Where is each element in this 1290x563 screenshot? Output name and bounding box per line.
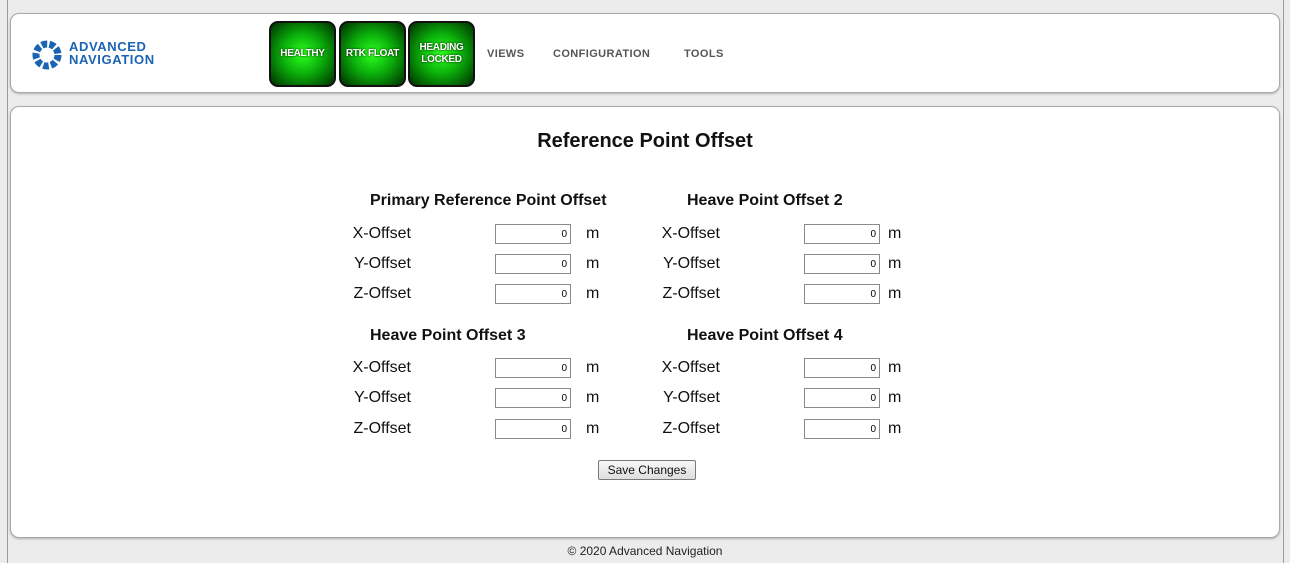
heave2-y-offset-input[interactable]: [804, 254, 880, 274]
ring-logo-icon: [32, 40, 62, 70]
unit-label: m: [888, 255, 902, 272]
field-label: Y-Offset: [354, 389, 411, 406]
top-header: ADVANCED NAVIGATION HEALTHY RTK FLOAT HE…: [10, 13, 1280, 93]
field-label: X-Offset: [352, 225, 411, 242]
field-label: Y-Offset: [663, 255, 720, 272]
unit-label: m: [888, 359, 902, 376]
page-title: Reference Point Offset: [537, 130, 753, 152]
unit-label: m: [586, 285, 600, 302]
save-changes-button[interactable]: Save Changes: [598, 460, 696, 480]
status-label: RTK FLOAT: [345, 48, 400, 59]
status-rtk-float: RTK FLOAT: [339, 21, 406, 87]
nav-views[interactable]: VIEWS: [487, 48, 524, 60]
heave2-z-offset-input[interactable]: [804, 284, 880, 304]
unit-label: m: [586, 359, 600, 376]
heave4-z-offset-input[interactable]: [804, 419, 880, 439]
status-label: HEALTHY: [280, 48, 325, 59]
primary-z-offset-input[interactable]: [495, 284, 571, 304]
heave3-z-offset-input[interactable]: [495, 419, 571, 439]
section-title: Primary Reference Point Offset: [370, 192, 607, 209]
frame-border-right: [1283, 0, 1284, 563]
unit-label: m: [888, 285, 902, 302]
field-label: X-Offset: [661, 359, 720, 376]
brand-line-2: NAVIGATION: [69, 52, 155, 67]
status-healthy: HEALTHY: [269, 21, 336, 87]
field-label: Z-Offset: [662, 420, 721, 437]
field-label: Z-Offset: [353, 420, 412, 437]
footer-copyright: © 2020 Advanced Navigation: [567, 544, 723, 558]
main-panel: Reference Point Offset Primary Reference…: [10, 106, 1280, 538]
field-label: X-Offset: [352, 359, 411, 376]
heave4-x-offset-input[interactable]: [804, 358, 880, 378]
unit-label: m: [586, 389, 600, 406]
field-label: Z-Offset: [353, 285, 412, 302]
status-label-line1: HEADING: [419, 42, 464, 53]
heave4-y-offset-input[interactable]: [804, 388, 880, 408]
brand-name: ADVANCED NAVIGATION: [69, 40, 155, 66]
heave3-y-offset-input[interactable]: [495, 388, 571, 408]
section-title: Heave Point Offset 3: [370, 327, 526, 344]
section-title: Heave Point Offset 2: [687, 192, 843, 209]
field-label: Y-Offset: [354, 255, 411, 272]
brand-logo[interactable]: ADVANCED NAVIGATION: [31, 39, 191, 71]
unit-label: m: [888, 225, 902, 242]
primary-y-offset-input[interactable]: [495, 254, 571, 274]
heave3-x-offset-input[interactable]: [495, 358, 571, 378]
field-label: X-Offset: [661, 225, 720, 242]
unit-label: m: [586, 225, 600, 242]
section-title: Heave Point Offset 4: [687, 327, 843, 344]
unit-label: m: [888, 420, 902, 437]
unit-label: m: [888, 389, 902, 406]
heave2-x-offset-input[interactable]: [804, 224, 880, 244]
unit-label: m: [586, 255, 600, 272]
nav-tools[interactable]: TOOLS: [684, 48, 724, 60]
field-label: Y-Offset: [663, 389, 720, 406]
unit-label: m: [586, 420, 600, 437]
status-label-line2: LOCKED: [421, 54, 462, 65]
nav-configuration[interactable]: CONFIGURATION: [553, 48, 650, 60]
frame-border-left: [7, 0, 8, 563]
field-label: Z-Offset: [662, 285, 721, 302]
status-heading-locked: HEADING LOCKED: [408, 21, 475, 87]
primary-x-offset-input[interactable]: [495, 224, 571, 244]
